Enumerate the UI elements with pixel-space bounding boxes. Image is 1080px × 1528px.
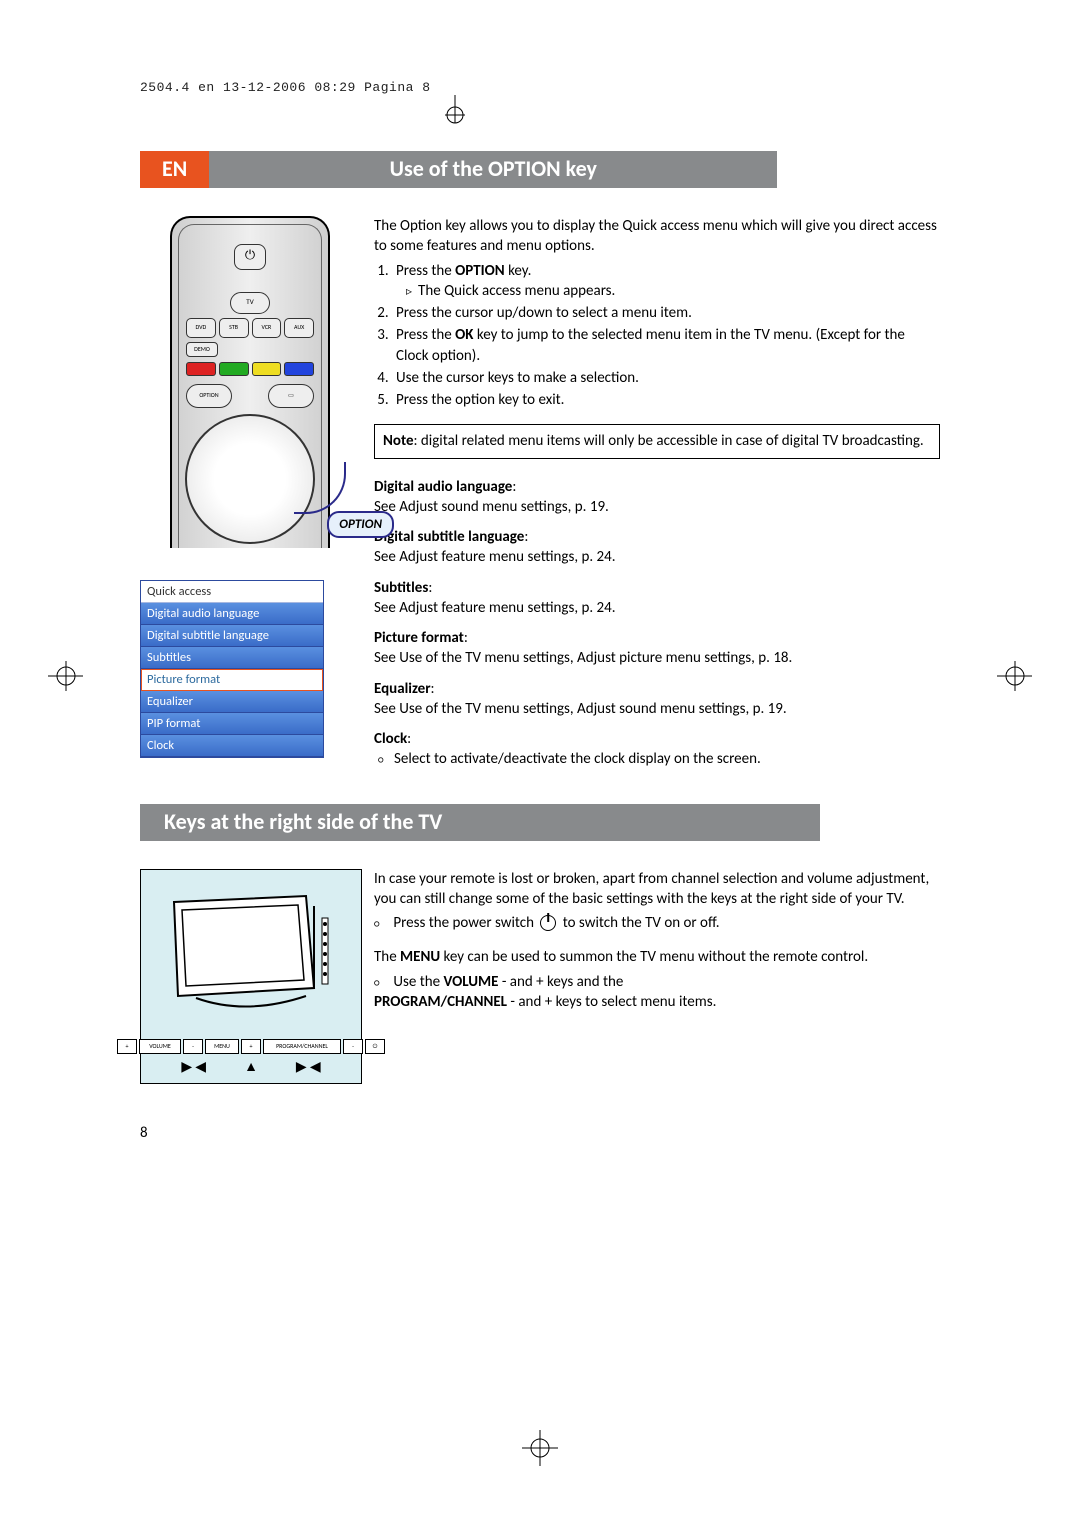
crop-mark-bottom	[520, 1428, 560, 1468]
section2-title: Keys at the right side of the TV	[140, 804, 820, 841]
qa-item: PIP format	[141, 713, 323, 735]
note-text: : digital related menu items will only b…	[414, 432, 924, 450]
crop-mark-top	[435, 95, 475, 125]
menu-sentence: The MENU key can be used to summon the T…	[374, 947, 940, 967]
red-key	[186, 362, 216, 376]
note-box: Note: digital related menu items will on…	[374, 424, 940, 458]
source-stb: STB	[219, 318, 249, 338]
tv-control-bar: + VOLUME - MENU + PROGRAM/CHANNEL - ⏻	[145, 1039, 357, 1054]
arrow-icon: ▲	[244, 1058, 258, 1075]
def-digital-subtitle: Digital subtitle language: See Adjust fe…	[374, 527, 940, 568]
qa-item: Subtitles	[141, 647, 323, 669]
blue-key	[284, 362, 314, 376]
section1-body: The Option key allows you to display the…	[360, 216, 940, 780]
def-equalizer: Equalizer: See Use of the TV menu settin…	[374, 679, 940, 720]
steps-list: Press the OPTION key. The Quick access m…	[392, 261, 940, 411]
section1-intro: The Option key allows you to display the…	[374, 216, 940, 257]
step-3: Press the OK key to jump to the selected…	[392, 325, 940, 366]
option-key: OPTION	[186, 384, 232, 408]
ctrl-vol-plus: +	[117, 1039, 137, 1054]
callout-line	[294, 462, 346, 514]
tv-source-button: TV	[230, 292, 270, 314]
ctrl-vol-minus: -	[183, 1039, 203, 1054]
page-number: 8	[140, 1124, 940, 1142]
tv-illustration: + VOLUME - MENU + PROGRAM/CHANNEL - ⏻ ▶ …	[140, 869, 362, 1084]
section2-bar: Keys at the right side of the TV	[140, 804, 940, 841]
source-row: DVD STB VCR AUX	[186, 318, 314, 338]
source-vcr: VCR	[252, 318, 282, 338]
qa-item-selected: Picture format	[141, 669, 323, 691]
volume-instruction: Use the VOLUME - and + keys and the PROG…	[374, 972, 940, 1013]
source-aux: AUX	[284, 318, 314, 338]
language-badge: EN	[140, 151, 209, 188]
ctrl-program-label: PROGRAM/CHANNEL	[263, 1039, 341, 1054]
crop-mark-right	[997, 656, 1032, 696]
section2-body: In case your remote is lost or broken, a…	[360, 869, 940, 1084]
def-picture-format: Picture format: See Use of the TV menu s…	[374, 628, 940, 669]
arrow-icon: ▶ ◀	[296, 1058, 321, 1075]
green-key	[219, 362, 249, 376]
yellow-key	[252, 362, 282, 376]
remote-illustration: ⏻ TV DVD STB VCR AUX DEMO	[170, 216, 330, 548]
ctrl-prog-plus: +	[241, 1039, 261, 1054]
def-clock: Clock: Select to activate/deactivate the…	[374, 729, 940, 770]
arrow-row: ▶ ◀ ▲ ▶ ◀	[145, 1058, 357, 1075]
ctrl-menu-label: MENU	[205, 1039, 239, 1054]
step-1: Press the OPTION key. The Quick access m…	[392, 261, 940, 302]
ctrl-volume-label: VOLUME	[139, 1039, 181, 1054]
quick-access-menu: Quick access Digital audio language Digi…	[140, 580, 324, 758]
quick-access-title: Quick access	[141, 581, 323, 603]
step-1-result: The Quick access menu appears.	[406, 281, 940, 301]
print-header: 2504.4 en 13-12-2006 08:29 Pagina 8	[140, 80, 940, 95]
power-icon	[540, 915, 556, 931]
qa-item: Digital audio language	[141, 603, 323, 625]
qa-item: Digital subtitle language	[141, 625, 323, 647]
qa-item: Clock	[141, 735, 323, 757]
color-keys	[186, 362, 314, 376]
source-dvd: DVD	[186, 318, 216, 338]
step-2: Press the cursor up/down to select a men…	[392, 303, 940, 323]
crop-mark-left	[48, 656, 83, 696]
def-subtitles: Subtitles: See Adjust feature menu setti…	[374, 578, 940, 619]
section1-title: Use of the OPTION key	[209, 151, 777, 188]
qa-item: Equalizer	[141, 691, 323, 713]
step-4: Use the cursor keys to make a selection.	[392, 368, 940, 388]
section1-bar: ENUse of the OPTION key	[140, 151, 940, 188]
section2-intro: In case your remote is lost or broken, a…	[374, 869, 940, 910]
step-5: Press the option key to exit.	[392, 390, 940, 410]
power-button-icon: ⏻	[234, 244, 266, 270]
power-instruction: Press the power switch to switch the TV …	[374, 913, 940, 933]
teletext-key: ▭	[268, 384, 314, 408]
option-callout: OPTION	[327, 511, 394, 538]
demo-button: DEMO	[186, 342, 218, 357]
def-digital-audio: Digital audio language: See Adjust sound…	[374, 477, 940, 518]
arrow-icon: ▶ ◀	[181, 1058, 206, 1075]
note-label: Note	[383, 432, 414, 450]
